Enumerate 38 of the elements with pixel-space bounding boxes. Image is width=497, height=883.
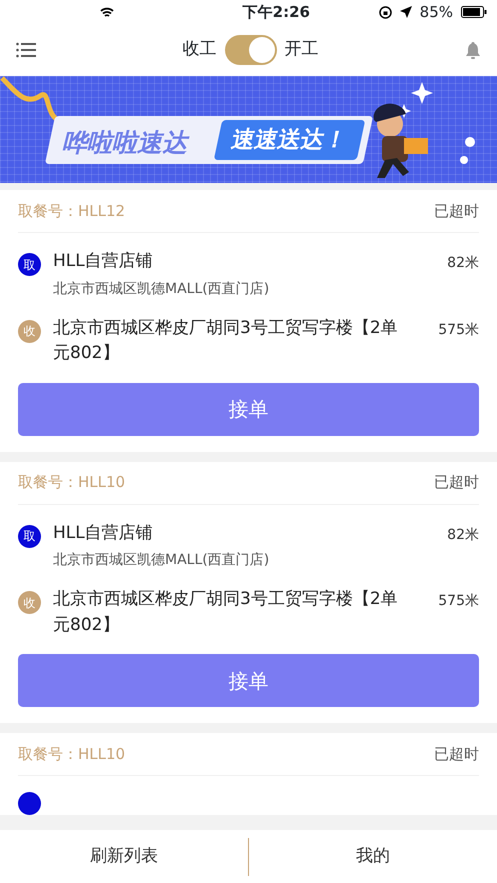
location-arrow-icon — [400, 6, 412, 18]
order-status: 已超时 — [434, 744, 479, 765]
status-time: 下午2:26 — [242, 2, 310, 23]
distance: 82米 — [447, 526, 479, 544]
pickup-badge: 取 — [18, 524, 41, 548]
delivery-address: 北京市西城区桦皮厂胡同3号工贸写字楼【2单元802】 — [52, 588, 399, 636]
distance: 575米 — [438, 320, 479, 340]
banner-slogan: 速速送达！ — [214, 120, 366, 160]
store-name: HLL自营店铺 — [53, 522, 154, 544]
order-status: 已超时 — [434, 472, 479, 494]
bottom-tab[interactable]: 刷新列表 — [90, 846, 158, 866]
delivery-address: 北京市西城区桦皮厂胡同3号工贸写字楼【2单元802】 — [52, 316, 399, 365]
store-name: HLL自营店铺 — [53, 250, 154, 273]
work-toggle[interactable] — [224, 35, 276, 65]
battery-percent: 85% — [420, 2, 453, 23]
store-address: 北京市西城区凯德MALL(西直门店) — [53, 280, 270, 298]
wifi-icon — [100, 6, 114, 18]
accept-order-button[interactable]: 接单 — [18, 382, 479, 436]
on-label: 开工 — [284, 38, 318, 62]
bottom-tab[interactable]: 我的 — [356, 846, 390, 866]
battery-icon — [461, 6, 487, 18]
distance: 82米 — [447, 254, 479, 273]
order-status: 已超时 — [434, 200, 479, 222]
pickup-badge — [18, 792, 41, 815]
pickup-badge: 取 — [18, 253, 41, 276]
dropoff-badge: 收 — [18, 591, 41, 614]
pickup-code: 取餐号：HLL12 — [18, 200, 126, 222]
menu-icon[interactable] — [16, 42, 36, 58]
rotation-lock-icon — [378, 6, 392, 18]
banner-title: 哗啦啦速达 — [62, 124, 187, 162]
pickup-code: 取餐号：HLL10 — [18, 744, 126, 765]
off-label: 收工 — [182, 38, 216, 62]
bell-icon[interactable] — [465, 41, 481, 59]
store-address: 北京市西城区凯德MALL(西直门店) — [53, 551, 270, 570]
dropoff-badge: 收 — [18, 320, 41, 342]
pickup-code: 取餐号：HLL10 — [18, 472, 126, 494]
accept-order-button[interactable]: 接单 — [18, 654, 479, 707]
distance: 575米 — [438, 592, 479, 611]
